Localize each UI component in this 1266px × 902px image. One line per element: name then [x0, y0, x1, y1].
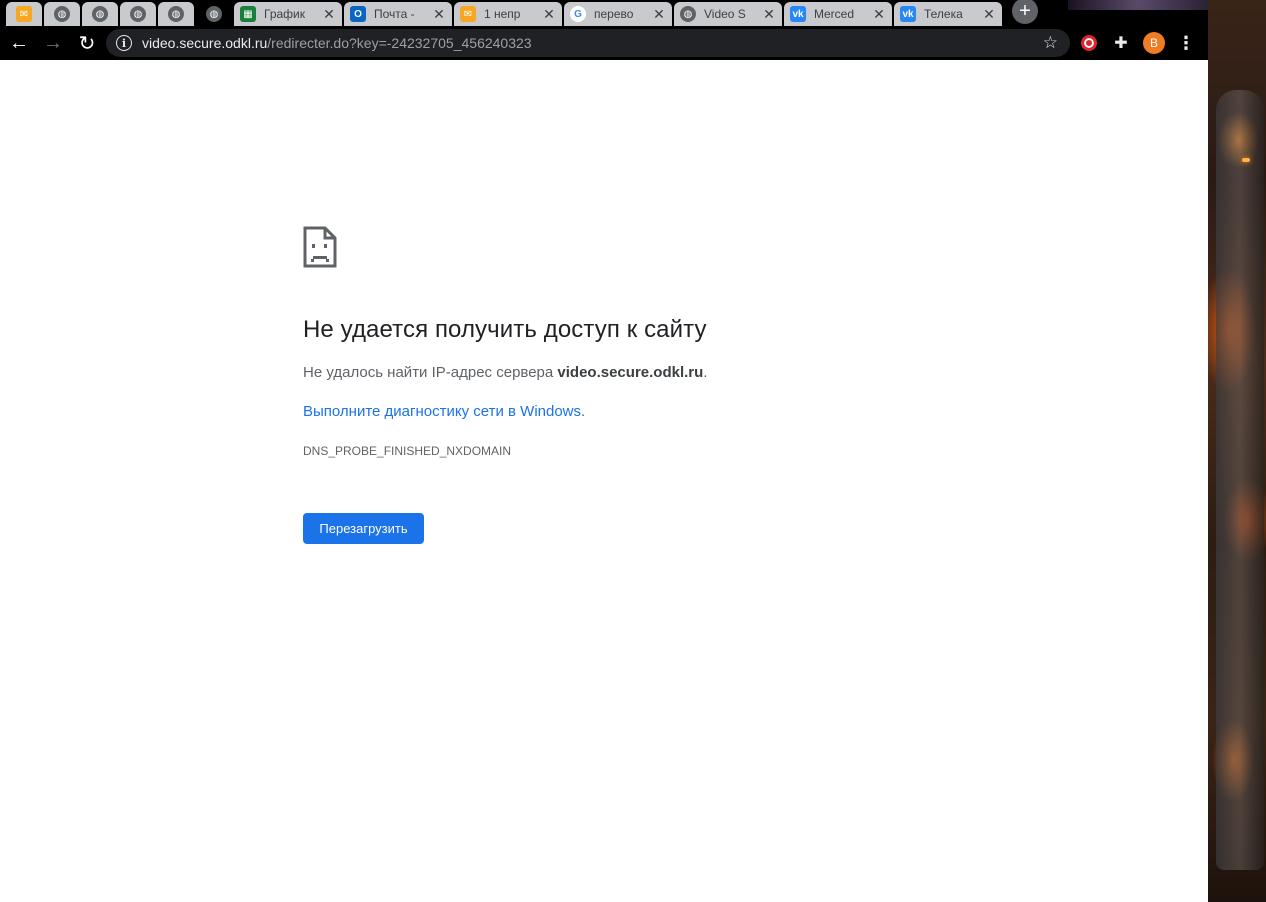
tab-title: перево [594, 7, 634, 21]
network-diagnostics-link[interactable]: Выполните диагностику сети в Windows [303, 403, 581, 420]
vk-icon: vk [790, 6, 806, 22]
globe-icon: ◍ [168, 6, 184, 22]
back-button[interactable]: ← [4, 28, 34, 58]
close-icon[interactable]: ✕ [762, 6, 776, 23]
google-icon: G [570, 6, 586, 22]
close-icon[interactable]: ✕ [982, 6, 996, 23]
tab-google[interactable]: G перево ✕ [564, 2, 672, 26]
globe-icon: ◍ [130, 6, 146, 22]
tab-title: Телека [924, 7, 963, 21]
tab-outlook[interactable]: O Почта - ✕ [344, 2, 452, 26]
tab-pinned-globe[interactable]: ◍ [120, 2, 156, 26]
close-icon[interactable]: ✕ [652, 6, 666, 23]
sad-document-icon [303, 226, 337, 268]
avatar-letter: B [1143, 32, 1165, 54]
tab-strip: ✉ ◍ ◍ ◍ ◍ ◍ ▦ График ✕ O Почта - ✕ ✉ 1 н… [0, 0, 1208, 26]
tab-mail[interactable]: ✉ 1 непр ✕ [454, 2, 562, 26]
tab-title: 1 непр [484, 7, 521, 21]
kebab-menu-icon[interactable]: ⋮ [1175, 32, 1197, 54]
arrow-right-icon: → [43, 31, 63, 54]
diagnostics-line: Выполните диагностику сети в Windows. [303, 403, 585, 420]
diagnostics-suffix: . [581, 403, 586, 420]
bookmark-star-icon[interactable]: ☆ [1043, 33, 1058, 53]
close-icon[interactable]: ✕ [432, 6, 446, 23]
browser-window: ✉ ◍ ◍ ◍ ◍ ◍ ▦ График ✕ O Почта - ✕ ✉ 1 н… [0, 0, 1208, 902]
tab-sheets[interactable]: ▦ График ✕ [234, 2, 342, 26]
error-title: Не удается получить доступ к сайту [303, 316, 707, 343]
globe-icon: ◍ [680, 6, 696, 22]
error-desc-prefix: Не удалось найти IP-адрес сервера [303, 364, 558, 381]
outlook-icon: O [350, 6, 366, 22]
globe-icon: ◍ [54, 6, 70, 22]
vk-icon: vk [900, 6, 916, 22]
sheets-icon: ▦ [240, 6, 256, 22]
extensions-puzzle-icon[interactable]: ✚ [1110, 32, 1132, 54]
error-desc-suffix: . [703, 364, 708, 381]
reload-page-button[interactable]: Перезагрузить [303, 513, 424, 544]
error-description: Не удалось найти IP-адрес сервера video.… [303, 364, 707, 381]
tab-title: График [264, 7, 305, 21]
tab-pinned-globe[interactable]: ◍ [44, 2, 80, 26]
close-icon[interactable]: ✕ [322, 6, 336, 23]
site-info-icon[interactable]: i [116, 35, 132, 51]
desktop-wallpaper [1208, 0, 1266, 902]
error-desc-host: video.secure.odkl.ru [557, 364, 704, 381]
plus-icon: + [1019, 0, 1031, 22]
wallpaper-figure [1216, 90, 1264, 870]
tab-title: Почта - [374, 7, 415, 21]
tab-vk-mercedes[interactable]: vk Merced ✕ [784, 2, 892, 26]
tab-vk-teleka[interactable]: vk Телека ✕ [894, 2, 1002, 26]
reload-button[interactable]: ↻ [72, 28, 102, 58]
close-icon[interactable]: ✕ [542, 6, 556, 23]
mail-icon: ✉ [16, 6, 32, 22]
globe-icon: ◍ [92, 6, 108, 22]
tab-pinned-globe[interactable]: ◍ [158, 2, 194, 26]
error-page: Не удается получить доступ к сайту Не уд… [0, 60, 1208, 902]
wallpaper-glow [1242, 158, 1250, 162]
arrow-left-icon: ← [9, 31, 29, 54]
forward-button[interactable]: → [38, 28, 68, 58]
tab-title: Video S [704, 7, 746, 21]
tab-pinned-mail[interactable]: ✉ [6, 2, 42, 26]
toolbar: ← → ↻ i video.secure.odkl.ru/redirecter.… [0, 26, 1208, 60]
opera-extension-icon[interactable] [1078, 32, 1100, 54]
profile-avatar[interactable]: B [1143, 32, 1165, 54]
url-text[interactable]: video.secure.odkl.ru/redirecter.do?key=-… [142, 35, 532, 51]
tab-active[interactable]: ◍ [196, 2, 232, 26]
reload-icon: ↻ [78, 32, 96, 55]
globe-icon: ◍ [206, 6, 222, 22]
mail-icon: ✉ [460, 6, 476, 22]
error-code: DNS_PROBE_FINISHED_NXDOMAIN [303, 444, 512, 458]
new-tab-button[interactable]: + [1012, 0, 1038, 24]
tab-title: Merced [814, 7, 855, 21]
tab-pinned-globe[interactable]: ◍ [82, 2, 118, 26]
tab-video[interactable]: ◍ Video S ✕ [674, 2, 782, 26]
close-icon[interactable]: ✕ [872, 6, 886, 23]
url-path: /redirecter.do?key=-24232705_456240323 [267, 35, 532, 51]
address-bar[interactable]: i video.secure.odkl.ru/redirecter.do?key… [106, 29, 1070, 57]
url-host: video.secure.odkl.ru [142, 35, 268, 51]
